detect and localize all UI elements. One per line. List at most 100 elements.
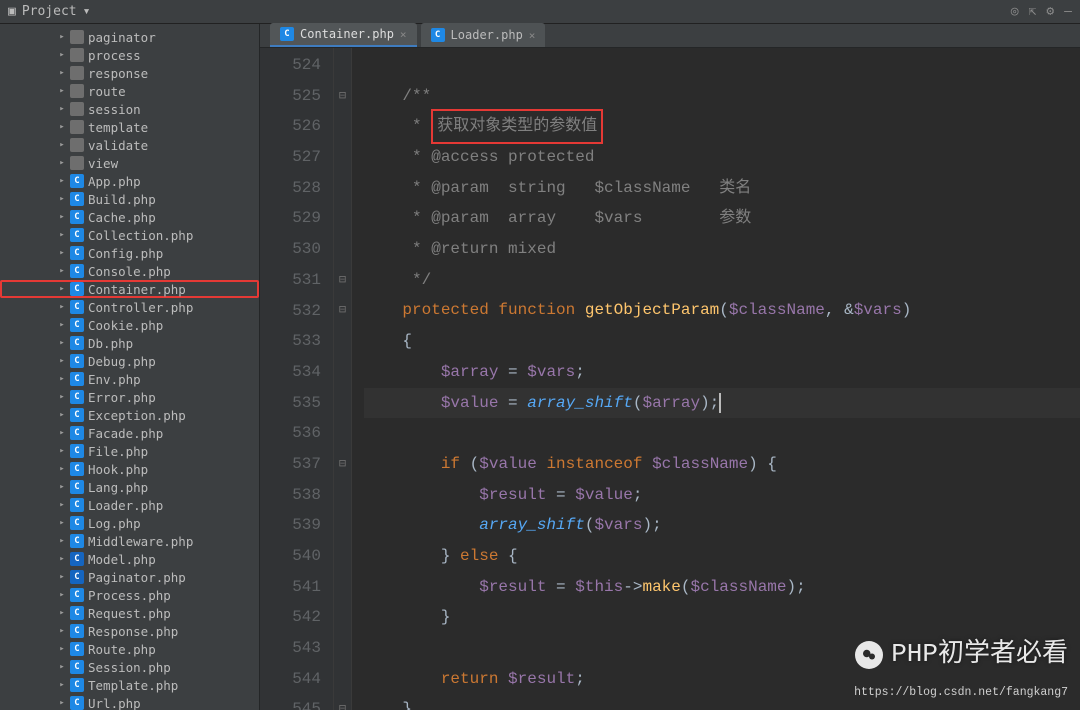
code-line[interactable]: * @access protected [364,142,1080,173]
code-line[interactable]: if ($value instanceof $className) { [364,449,1080,480]
line-number[interactable]: 525 [274,81,321,112]
code-line[interactable]: /** [364,81,1080,112]
tree-item-label: Middleware.php [88,534,193,549]
line-number[interactable]: 532 [274,296,321,327]
tree-item[interactable]: ▸validate [0,136,259,154]
tree-item[interactable]: ▸CResponse.php [0,622,259,640]
code-line[interactable]: } [364,602,1080,633]
breakpoint-gutter[interactable] [260,48,274,710]
line-number[interactable]: 533 [274,326,321,357]
line-number[interactable]: 524 [274,50,321,81]
tree-item[interactable]: ▸CUrl.php [0,694,259,710]
project-tree[interactable]: ▸paginator▸process▸response▸route▸sessio… [0,24,259,710]
line-number[interactable]: 542 [274,602,321,633]
tree-item[interactable]: ▸session [0,100,259,118]
tree-item[interactable]: ▸CFacade.php [0,424,259,442]
tree-item[interactable]: ▸CProcess.php [0,586,259,604]
tree-item[interactable]: ▸CLog.php [0,514,259,532]
code-line[interactable]: protected function getObjectParam($class… [364,296,1080,327]
code-line[interactable]: array_shift($vars); [364,510,1080,541]
tree-item[interactable]: ▸CMiddleware.php [0,532,259,550]
tree-item-selected[interactable]: ▸CContainer.php [0,280,259,298]
code-editor[interactable]: 5245255265275285295305315325335345355365… [260,48,1080,710]
line-number[interactable]: 536 [274,418,321,449]
fold-toggle-icon[interactable]: ⊟ [334,81,351,112]
close-icon[interactable]: × [529,29,536,42]
collapse-all-icon[interactable]: ⇱ [1029,4,1037,19]
tree-item[interactable]: ▸route [0,82,259,100]
tree-item[interactable]: ▸CSession.php [0,658,259,676]
code-line[interactable]: * @param array $vars 参数 [364,203,1080,234]
line-number[interactable]: 545 [274,694,321,710]
line-number-gutter[interactable]: 5245255265275285295305315325335345355365… [274,48,334,710]
code-line[interactable] [364,50,1080,81]
tree-item[interactable]: ▸CBuild.php [0,190,259,208]
tree-item[interactable]: ▸CFile.php [0,442,259,460]
fold-toggle-icon[interactable]: ⊟ [334,694,351,710]
tree-item[interactable]: ▸CConsole.php [0,262,259,280]
fold-toggle-icon[interactable]: ⊟ [334,265,351,296]
tree-item[interactable]: ▸CException.php [0,406,259,424]
line-number[interactable]: 541 [274,572,321,603]
line-number[interactable]: 527 [274,142,321,173]
tree-item[interactable]: ▸CApp.php [0,172,259,190]
tree-item[interactable]: ▸CRoute.php [0,640,259,658]
code-line[interactable]: $value = array_shift($array); [364,388,1080,419]
tree-item[interactable]: ▸CConfig.php [0,244,259,262]
line-number[interactable]: 531 [274,265,321,296]
tree-item[interactable]: ▸template [0,118,259,136]
tree-item[interactable]: ▸CLoader.php [0,496,259,514]
code-line[interactable]: { [364,326,1080,357]
tree-item[interactable]: ▸CLang.php [0,478,259,496]
tree-item[interactable]: ▸CTemplate.php [0,676,259,694]
editor-tab[interactable]: CLoader.php× [421,23,546,47]
hide-icon[interactable]: — [1064,4,1072,19]
line-number[interactable]: 534 [274,357,321,388]
tree-item[interactable]: ▸CEnv.php [0,370,259,388]
project-tool-window-label[interactable]: ▣ Project ▾ [0,4,98,19]
code-line[interactable]: } else { [364,541,1080,572]
fold-toggle-icon[interactable]: ⊟ [334,296,351,327]
code-line[interactable]: */ [364,265,1080,296]
line-number[interactable]: 535 [274,388,321,419]
tree-item[interactable]: ▸CError.php [0,388,259,406]
line-number[interactable]: 528 [274,173,321,204]
tree-item[interactable]: ▸CModel.php [0,550,259,568]
line-number[interactable]: 540 [274,541,321,572]
fold-toggle-icon[interactable]: ⊟ [334,449,351,480]
line-number[interactable]: 529 [274,203,321,234]
line-number[interactable]: 526 [274,111,321,142]
tree-item[interactable]: ▸view [0,154,259,172]
line-number[interactable]: 539 [274,510,321,541]
tree-item[interactable]: ▸CDb.php [0,334,259,352]
gear-icon[interactable]: ⚙ [1046,4,1054,19]
code-area[interactable]: /** * 获取对象类型的参数值 * @access protected * @… [352,48,1080,710]
tree-item[interactable]: ▸CCollection.php [0,226,259,244]
tree-item[interactable]: ▸CDebug.php [0,352,259,370]
code-line[interactable]: * 获取对象类型的参数值 [364,111,1080,142]
tree-item[interactable]: ▸CController.php [0,298,259,316]
code-line[interactable]: * @param string $className 类名 [364,173,1080,204]
close-icon[interactable]: × [400,28,407,41]
tree-item[interactable]: ▸CCache.php [0,208,259,226]
code-line[interactable]: $array = $vars; [364,357,1080,388]
tree-item[interactable]: ▸response [0,64,259,82]
line-number[interactable]: 537 [274,449,321,480]
fold-gutter[interactable]: ⊟⊟⊟⊟⊟ [334,48,352,710]
code-line[interactable]: $result = $value; [364,480,1080,511]
tree-item[interactable]: ▸CPaginator.php [0,568,259,586]
code-line[interactable] [364,418,1080,449]
code-line[interactable]: * @return mixed [364,234,1080,265]
line-number[interactable]: 530 [274,234,321,265]
tree-item[interactable]: ▸paginator [0,28,259,46]
tree-item[interactable]: ▸CHook.php [0,460,259,478]
line-number[interactable]: 543 [274,633,321,664]
code-line[interactable]: $result = $this->make($className); [364,572,1080,603]
line-number[interactable]: 538 [274,480,321,511]
tree-item[interactable]: ▸process [0,46,259,64]
tree-item[interactable]: ▸CCookie.php [0,316,259,334]
tree-item[interactable]: ▸CRequest.php [0,604,259,622]
line-number[interactable]: 544 [274,664,321,695]
target-icon[interactable]: ◎ [1011,4,1019,19]
editor-tab[interactable]: CContainer.php× [270,23,417,47]
